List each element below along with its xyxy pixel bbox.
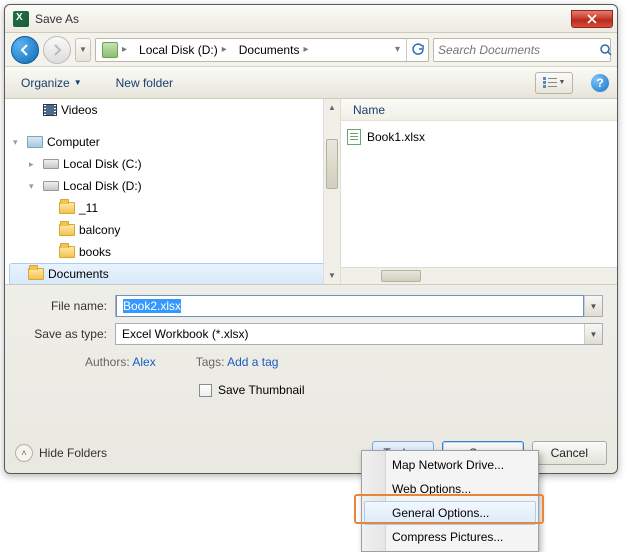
drive-icon (43, 159, 59, 169)
hide-folders-button[interactable]: ˄ Hide Folders (15, 444, 107, 462)
breadcrumb-seg[interactable]: Documents (239, 43, 300, 57)
search-icon (599, 43, 613, 57)
nav-row: ▼ ▸ Local Disk (D:)▸ Documents▸ ▾ (5, 33, 617, 67)
chevron-down-icon: ▼ (79, 45, 87, 54)
folder-icon (59, 246, 75, 258)
breadcrumb-seg[interactable]: Local Disk (D:) (139, 43, 218, 57)
filename-label: File name: (19, 299, 115, 313)
excel-file-icon (347, 129, 361, 145)
tree-item-drive-c[interactable]: Local Disk (C:) (63, 157, 142, 171)
scroll-thumb[interactable] (381, 270, 421, 282)
file-name: Book1.xlsx (367, 130, 425, 144)
close-button[interactable] (571, 10, 613, 28)
scroll-down-icon[interactable]: ▼ (324, 267, 340, 284)
new-folder-button[interactable]: New folder (108, 72, 181, 94)
tree-item[interactable]: books (79, 245, 111, 259)
menu-general-options[interactable]: General Options... (364, 501, 536, 525)
savetype-combo[interactable]: Excel Workbook (*.xlsx) ▼ (115, 323, 603, 345)
authors-label: Authors: (85, 355, 130, 369)
scroll-thumb[interactable] (326, 139, 338, 189)
breadcrumb[interactable]: ▸ Local Disk (D:)▸ Documents▸ ▾ (95, 38, 429, 62)
tree-item[interactable]: balcony (79, 223, 120, 237)
chevron-down-icon: ▼ (74, 78, 82, 87)
tools-menu: Map Network Drive... Web Options... Gene… (361, 450, 539, 552)
breadcrumb-dropdown[interactable]: ▾ (389, 39, 406, 61)
help-button[interactable]: ? (591, 74, 609, 92)
chevron-up-icon: ˄ (15, 444, 33, 462)
save-as-dialog: Save As ▼ ▸ Local Disk (D:)▸ Documents▸ … (4, 4, 618, 474)
nav-history-dropdown[interactable]: ▼ (75, 38, 91, 62)
chevron-down-icon: ▼ (559, 79, 566, 86)
organize-button[interactable]: Organize ▼ (13, 72, 90, 94)
back-button[interactable] (11, 36, 39, 64)
computer-icon (27, 136, 43, 148)
excel-icon (13, 11, 29, 27)
tags-value[interactable]: Add a tag (227, 355, 278, 369)
menu-web-options[interactable]: Web Options... (364, 477, 536, 501)
window-title: Save As (35, 12, 79, 26)
drive-icon (102, 42, 118, 58)
savetype-value: Excel Workbook (*.xlsx) (116, 327, 584, 341)
authors-value[interactable]: Alex (132, 355, 155, 369)
arrow-right-icon (50, 43, 64, 57)
folder-tree[interactable]: Videos ▾Computer ▸Local Disk (C:) ▾Local… (5, 99, 341, 284)
scroll-up-icon[interactable]: ▲ (324, 99, 340, 116)
menu-map-network-drive[interactable]: Map Network Drive... (364, 453, 536, 477)
search-box[interactable] (433, 38, 611, 62)
savetype-dropdown[interactable]: ▼ (584, 324, 602, 344)
close-icon (587, 14, 597, 24)
filename-input[interactable] (116, 295, 584, 317)
video-icon (43, 104, 57, 116)
folder-icon (28, 268, 44, 280)
tree-scrollbar[interactable]: ▲ ▼ (323, 99, 340, 284)
drive-icon (43, 181, 59, 191)
list-view-icon (543, 77, 557, 89)
view-mode-button[interactable]: ▼ (535, 72, 573, 94)
tree-item-computer[interactable]: Computer (47, 135, 100, 149)
save-thumbnail-label[interactable]: Save Thumbnail (218, 383, 305, 397)
search-input[interactable] (434, 43, 599, 57)
folder-icon (59, 224, 75, 236)
refresh-icon (411, 43, 425, 57)
file-item[interactable]: Book1.xlsx (347, 127, 611, 147)
save-thumbnail-checkbox[interactable] (199, 384, 212, 397)
tree-item-drive-d[interactable]: Local Disk (D:) (63, 179, 142, 193)
refresh-button[interactable] (406, 39, 428, 61)
tree-item-documents[interactable]: Documents (48, 267, 109, 281)
tree-item-videos[interactable]: Videos (61, 103, 97, 117)
list-hscrollbar[interactable] (341, 267, 617, 284)
file-list[interactable]: Name Book1.xlsx (341, 99, 617, 284)
filename-dropdown[interactable]: ▼ (584, 296, 602, 316)
arrow-left-icon (18, 43, 32, 57)
savetype-label: Save as type: (19, 327, 115, 341)
cancel-button[interactable]: Cancel (532, 441, 607, 465)
titlebar: Save As (5, 5, 617, 33)
tags-label: Tags: (196, 355, 225, 369)
folder-icon (59, 202, 75, 214)
form-area: File name: ▼ Save as type: Excel Workboo… (5, 285, 617, 407)
toolbar: Organize ▼ New folder ▼ ? (5, 67, 617, 99)
menu-compress-pictures[interactable]: Compress Pictures... (364, 525, 536, 549)
tree-item[interactable]: _11 (79, 201, 98, 215)
column-header-name[interactable]: Name (341, 99, 617, 121)
forward-button[interactable] (43, 36, 71, 64)
